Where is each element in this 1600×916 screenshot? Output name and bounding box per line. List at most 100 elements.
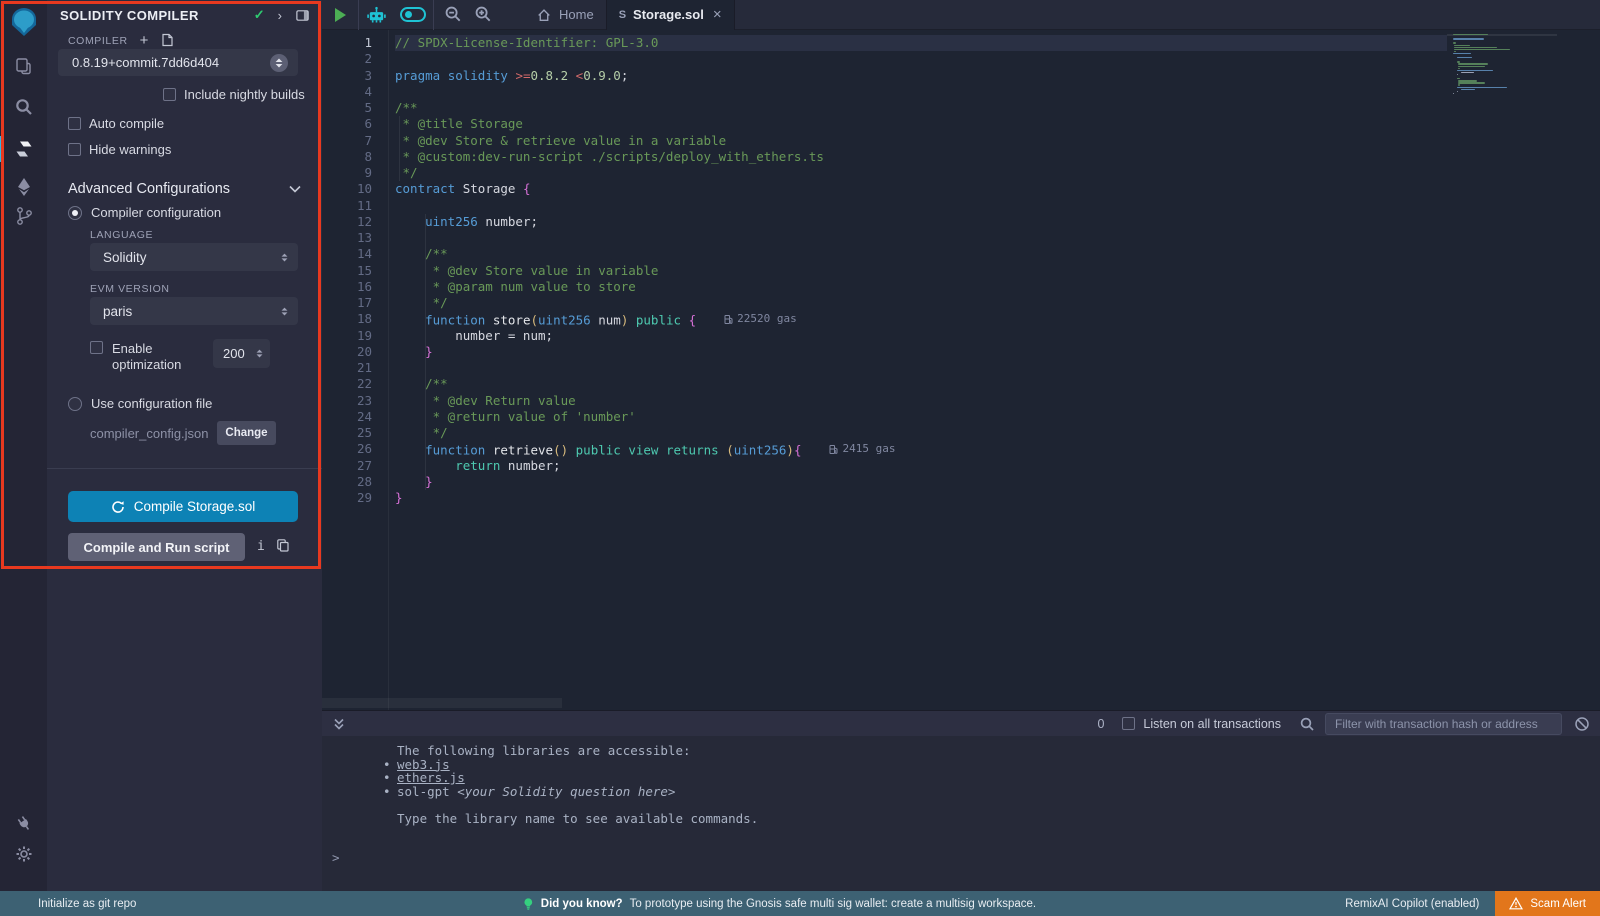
line-number[interactable]: 17: [322, 295, 372, 311]
code-line[interactable]: 29}: [322, 490, 1447, 506]
line-number[interactable]: 18: [322, 311, 372, 327]
minimap[interactable]: [1447, 30, 1557, 710]
line-number[interactable]: 19: [322, 328, 372, 344]
line-number[interactable]: 12: [322, 214, 372, 230]
code-line[interactable]: 5/**: [322, 100, 1447, 116]
line-number[interactable]: 10: [322, 181, 372, 197]
use-configuration-file-radio[interactable]: [68, 397, 82, 411]
compile-button[interactable]: Compile Storage.sol: [68, 491, 298, 522]
code-line[interactable]: 16 * @param num value to store: [322, 279, 1447, 295]
line-number[interactable]: 8: [322, 149, 372, 165]
terminal[interactable]: The following libraries are accessible:•…: [322, 736, 1600, 891]
line-number[interactable]: 24: [322, 409, 372, 425]
code-line[interactable]: 19 number = num;: [322, 328, 1447, 344]
code-line[interactable]: 15 * @dev Store value in variable: [322, 263, 1447, 279]
remix-logo[interactable]: [0, 5, 47, 39]
code-line[interactable]: 28 }: [322, 474, 1447, 490]
code-line[interactable]: 4: [322, 84, 1447, 100]
code-line[interactable]: 11: [322, 198, 1447, 214]
compiler-version-select[interactable]: 0.8.19+commit.7dd6d404: [58, 49, 298, 76]
line-number[interactable]: 6: [322, 116, 372, 132]
code-line[interactable]: 1// SPDX-License-Identifier: GPL-3.0: [322, 35, 1447, 51]
code-line[interactable]: 7 * @dev Store & retrieve value in a var…: [322, 133, 1447, 149]
scam-alert-badge[interactable]: Scam Alert: [1495, 891, 1600, 916]
code-line[interactable]: 22 /**: [322, 376, 1447, 392]
line-number[interactable]: 28: [322, 474, 372, 490]
line-number[interactable]: 7: [322, 133, 372, 149]
terminal-search-button[interactable]: [1299, 716, 1315, 732]
code-line[interactable]: 26 function retrieve() public view retur…: [322, 441, 1447, 457]
zoom-out-button[interactable]: [438, 5, 468, 24]
clear-terminal-button[interactable]: [1574, 716, 1590, 732]
change-config-button[interactable]: Change: [217, 421, 276, 445]
code-line[interactable]: 6 * @title Storage: [322, 116, 1447, 132]
enable-optimization-checkbox[interactable]: [90, 341, 103, 354]
optimization-runs-input[interactable]: 200: [213, 339, 270, 368]
close-tab-icon[interactable]: ×: [713, 6, 722, 23]
line-number[interactable]: 11: [322, 198, 372, 214]
line-number[interactable]: 13: [322, 230, 372, 246]
code-line[interactable]: 3pragma solidity >=0.8.2 <0.9.0;: [322, 68, 1447, 84]
terminal-prompt[interactable]: >: [332, 850, 340, 865]
collapse-terminal-icon[interactable]: [332, 717, 346, 731]
code-line[interactable]: 9 */: [322, 165, 1447, 181]
code-line[interactable]: 14 /**: [322, 246, 1447, 262]
code-line[interactable]: 23 * @dev Return value: [322, 393, 1447, 409]
run-script-button[interactable]: [322, 8, 358, 22]
tab-home[interactable]: Home: [524, 0, 606, 30]
code-line[interactable]: 8 * @custom:dev-run-script ./scripts/dep…: [322, 149, 1447, 165]
language-select[interactable]: Solidity: [90, 243, 298, 271]
pin-panel-icon[interactable]: [295, 8, 310, 23]
info-icon[interactable]: i: [257, 539, 265, 554]
sidebar-item-deploy-run[interactable]: [0, 176, 47, 198]
evm-version-select[interactable]: paris: [90, 297, 298, 325]
hide-warnings-checkbox[interactable]: [68, 143, 81, 156]
transaction-filter-input[interactable]: [1325, 713, 1562, 735]
chevron-right-icon[interactable]: ›: [278, 8, 282, 23]
sidebar-item-plugin-manager[interactable]: [0, 812, 47, 836]
line-number[interactable]: 4: [322, 84, 372, 100]
line-number[interactable]: 9: [322, 165, 372, 181]
code-line[interactable]: 25 */: [322, 425, 1447, 441]
line-number[interactable]: 23: [322, 393, 372, 409]
line-number[interactable]: 22: [322, 376, 372, 392]
line-number[interactable]: 15: [322, 263, 372, 279]
line-number[interactable]: 14: [322, 246, 372, 262]
compiler-configuration-radio[interactable]: [68, 206, 82, 220]
code-line[interactable]: 13: [322, 230, 1447, 246]
code-editor[interactable]: 1// SPDX-License-Identifier: GPL-3.023pr…: [322, 30, 1600, 710]
horizontal-scrollbar[interactable]: [322, 698, 562, 708]
copilot-toggle[interactable]: [393, 7, 433, 22]
init-git-repo-item[interactable]: Initialize as git repo: [38, 898, 136, 910]
sidebar-item-search[interactable]: [0, 96, 47, 118]
code-line[interactable]: 2: [322, 51, 1447, 67]
code-line[interactable]: 12 uint256 number;: [322, 214, 1447, 230]
sidebar-item-file-explorer[interactable]: [0, 55, 47, 77]
code-line[interactable]: 20 }: [322, 344, 1447, 360]
advanced-configurations-toggle[interactable]: Advanced Configurations: [68, 181, 301, 197]
code-line[interactable]: 27 return number;: [322, 458, 1447, 474]
include-nightly-checkbox[interactable]: [163, 88, 176, 101]
line-number[interactable]: 16: [322, 279, 372, 295]
line-number[interactable]: 20: [322, 344, 372, 360]
copy-icon[interactable]: [276, 538, 290, 553]
sidebar-item-settings[interactable]: [0, 842, 47, 866]
line-number[interactable]: 26: [322, 441, 372, 457]
add-custom-compiler-icon[interactable]: +: [140, 36, 149, 46]
code-line[interactable]: 18 function store(uint256 num) public {2…: [322, 311, 1447, 327]
sidebar-item-solidity-compiler[interactable]: [0, 137, 47, 161]
code-line[interactable]: 10contract Storage {: [322, 181, 1447, 197]
open-file-icon[interactable]: [160, 33, 174, 48]
code-line[interactable]: 17 */: [322, 295, 1447, 311]
line-number[interactable]: 2: [322, 51, 372, 67]
line-number[interactable]: 29: [322, 490, 372, 506]
line-number[interactable]: 27: [322, 458, 372, 474]
sidebar-item-git[interactable]: [0, 204, 47, 228]
code-line[interactable]: 24 * @return value of 'number': [322, 409, 1447, 425]
line-number[interactable]: 5: [322, 100, 372, 116]
tab-storage-sol[interactable]: S Storage.sol ×: [606, 0, 735, 30]
copilot-status-item[interactable]: RemixAI Copilot (enabled): [1345, 898, 1479, 910]
compile-and-run-button[interactable]: Compile and Run script: [68, 533, 245, 561]
line-number[interactable]: 3: [322, 68, 372, 84]
line-number[interactable]: 1: [322, 35, 372, 51]
